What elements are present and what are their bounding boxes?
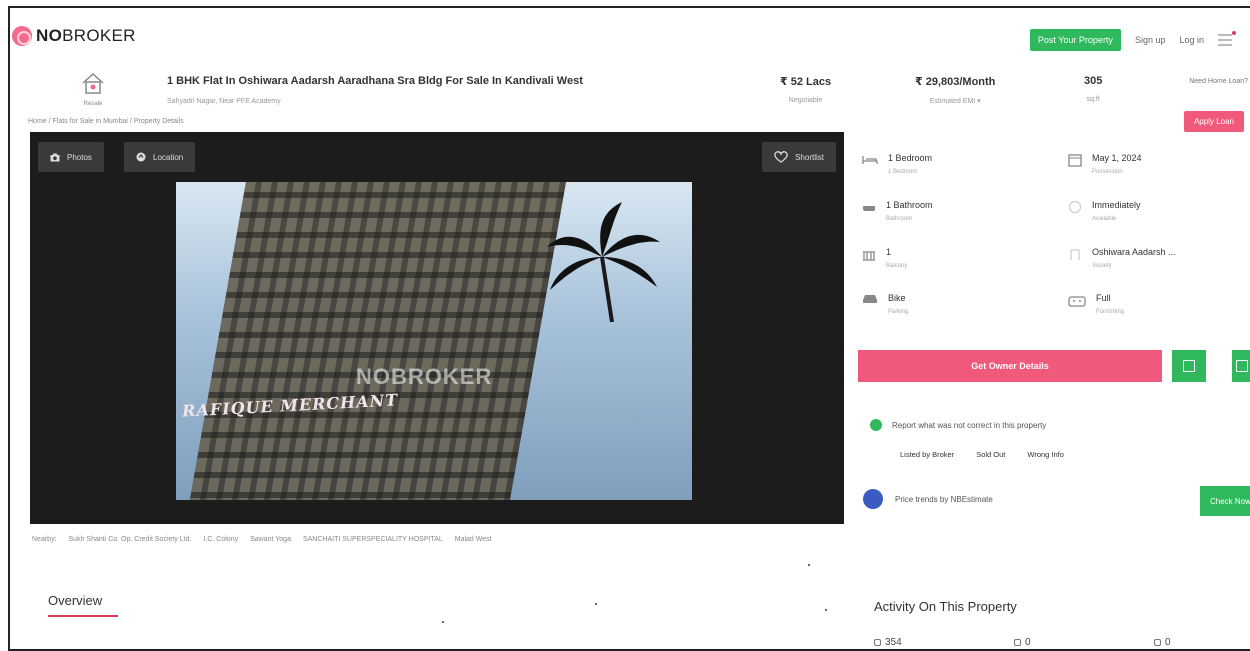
bathtub-icon [863,206,875,211]
location-button[interactable]: Location [124,142,196,172]
palm-tree-image [547,202,660,322]
nearby-item[interactable]: SANCHAITI SUPERSPECIALITY HOSPITAL [303,536,443,543]
contact-count: 0 [1154,637,1171,648]
shortlist-label: Shortlist [795,152,824,162]
top-header: NOBROKER Post Your Property Sign up Log … [10,8,1250,66]
area-value: 305 [1084,75,1103,87]
area-stat: 305 sq.ft [1084,75,1102,103]
feature-parking: Bike Parking [862,293,908,315]
notification-dot [1232,31,1236,35]
share-icon [1236,360,1248,372]
star-icon [1014,639,1021,646]
emi-stat[interactable]: ₹ 29,803/Month Estimated EMI ▾ [915,75,995,105]
calendar-icon [1183,360,1195,372]
active-tab-underline [48,615,118,617]
calendar-icon [1068,154,1082,167]
heart-icon [774,151,788,163]
logo-text: NOBROKER [36,26,136,45]
breadcrumb[interactable]: Home / Flats for Sale in Mumbai / Proper… [28,118,184,125]
report-tag-broker[interactable]: Listed by Broker [900,450,954,459]
phone-icon [1154,639,1161,646]
report-text: Report what was not correct in this prop… [892,420,1047,430]
property-title: 1 BHK Flat In Oshiwara Aadarsh Aaradhana… [167,75,583,87]
nobroker-logo[interactable]: NOBROKER [12,26,136,46]
overview-tab[interactable]: Overview [48,593,102,608]
share-button[interactable] [1232,350,1250,382]
photos-label: Photos [67,152,92,162]
location-label: Location [153,152,184,162]
resale-label: Resale [83,101,103,107]
sign-up-link[interactable]: Sign up [1135,35,1166,45]
report-tag-sold-out[interactable]: Sold Out [976,450,1005,459]
activity-title: Activity On This Property [874,599,1017,614]
feature-furnishing: Full Furnishing [1068,293,1124,315]
price-sub: Negotiable [788,97,823,104]
chart-icon [863,489,883,509]
nearby-label: Nearby: [32,536,57,543]
report-icon [870,419,882,431]
photo-gallery[interactable]: Photos Location Shortlist NOBROKER RAFIQ… [30,132,844,524]
feature-bedroom: 1 Bedroom 1 Bedroom [862,153,932,175]
building-image [180,182,572,500]
report-section: Report what was not correct in this prop… [870,419,1046,431]
feature-possession: May 1, 2024 Possession [1068,153,1142,175]
shortlist-count: 0 [1014,637,1154,648]
nearby-item[interactable]: Sukh Shanti Co. Op. Credit Society Ltd. [69,536,192,543]
building-icon [1070,249,1080,260]
bed-icon [862,156,878,164]
schedule-visit-button[interactable] [1172,350,1206,382]
property-photo[interactable]: NOBROKER RAFIQUE MERCHANT [176,182,692,500]
emi-sub: Estimated EMI ▾ [929,98,981,105]
apply-loan-button[interactable]: Apply Loan [1183,111,1244,132]
header-actions: Post Your Property Sign up Log in [1029,29,1236,51]
nearby-item[interactable]: Malad West [455,536,492,543]
feature-availability: Immediately Available [1068,200,1141,222]
photos-button[interactable]: Photos [38,142,104,172]
nearby-item[interactable]: I.C. Colony [203,536,238,543]
logo-icon [12,26,32,46]
nearby-strip: Nearby: Sukh Shanti Co. Op. Credit Socie… [32,536,492,543]
report-options: Listed by Broker Sold Out Wrong Info [900,450,1064,459]
post-property-button[interactable]: Post Your Property [1029,29,1121,51]
get-owner-details-button[interactable]: Get Owner Details [858,350,1162,382]
feature-balcony: 1 Balcony [862,247,907,269]
feature-bathroom: 1 Bathroom Bathroom [862,200,933,222]
menu-icon[interactable] [1218,31,1236,46]
home-loan-question: Need Home Loan? [1189,78,1248,85]
activity-counts: 354 0 0 [874,637,1171,648]
eye-icon [874,639,881,646]
price-value: ₹ 52 Lacs [780,76,832,88]
car-icon [863,295,877,303]
views-count: 354 [874,637,1014,648]
shortlist-button[interactable]: Shortlist [762,142,836,172]
sofa-icon [1068,296,1086,307]
location-icon [136,152,146,162]
camera-icon [50,153,60,161]
price-stat: ₹ 52 Lacs Negotiable [780,75,831,104]
balcony-icon [863,251,875,261]
check-now-button[interactable]: Check Now [1200,486,1250,516]
page-frame: NOBROKER Post Your Property Sign up Log … [8,6,1250,651]
nearby-item[interactable]: Sawant Yoga [250,536,291,543]
area-sub: sq.ft [1086,96,1100,103]
nobroker-watermark: NOBROKER [356,364,493,389]
feature-society: Oshiwara Aadarsh ... Society [1068,247,1176,269]
report-tag-wrong-info[interactable]: Wrong Info [1027,450,1064,459]
clock-icon [1068,200,1082,214]
resale-tile: Resale [80,72,106,107]
price-trend-text: Price trends by NBEstimate [895,494,993,504]
property-subtitle: Sahyadri Nagar, Near PFE Academy [167,98,281,105]
house-icon [82,72,104,94]
price-trend-section: Price trends by NBEstimate [863,489,993,509]
emi-value: ₹ 29,803/Month [915,76,996,88]
log-in-link[interactable]: Log in [1179,35,1204,45]
